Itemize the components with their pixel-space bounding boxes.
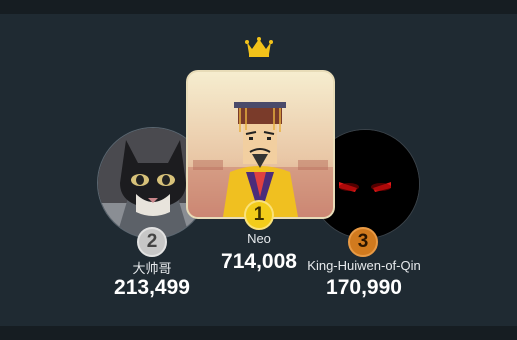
- rank-badge-1: 1: [244, 200, 274, 230]
- player-name-2: 大帅哥: [132, 261, 172, 276]
- player-name-1: Neo: [247, 231, 271, 246]
- bottom-edge-bar: [0, 326, 517, 340]
- leaderboard-podium: 2 大帅哥 213,499 3 King-Huiwen-of-Qin 170,9…: [0, 0, 517, 340]
- player-score-3: 170,990: [326, 276, 402, 299]
- player-score-2: 213,499: [114, 276, 190, 299]
- top-edge-bar: [0, 0, 517, 14]
- rank-badge-2: 2: [137, 227, 167, 257]
- player-score-1: 714,008: [221, 250, 297, 273]
- rank-badge-3: 3: [348, 227, 378, 257]
- crown-icon: [244, 36, 274, 58]
- avatar-rank-1[interactable]: [186, 70, 335, 219]
